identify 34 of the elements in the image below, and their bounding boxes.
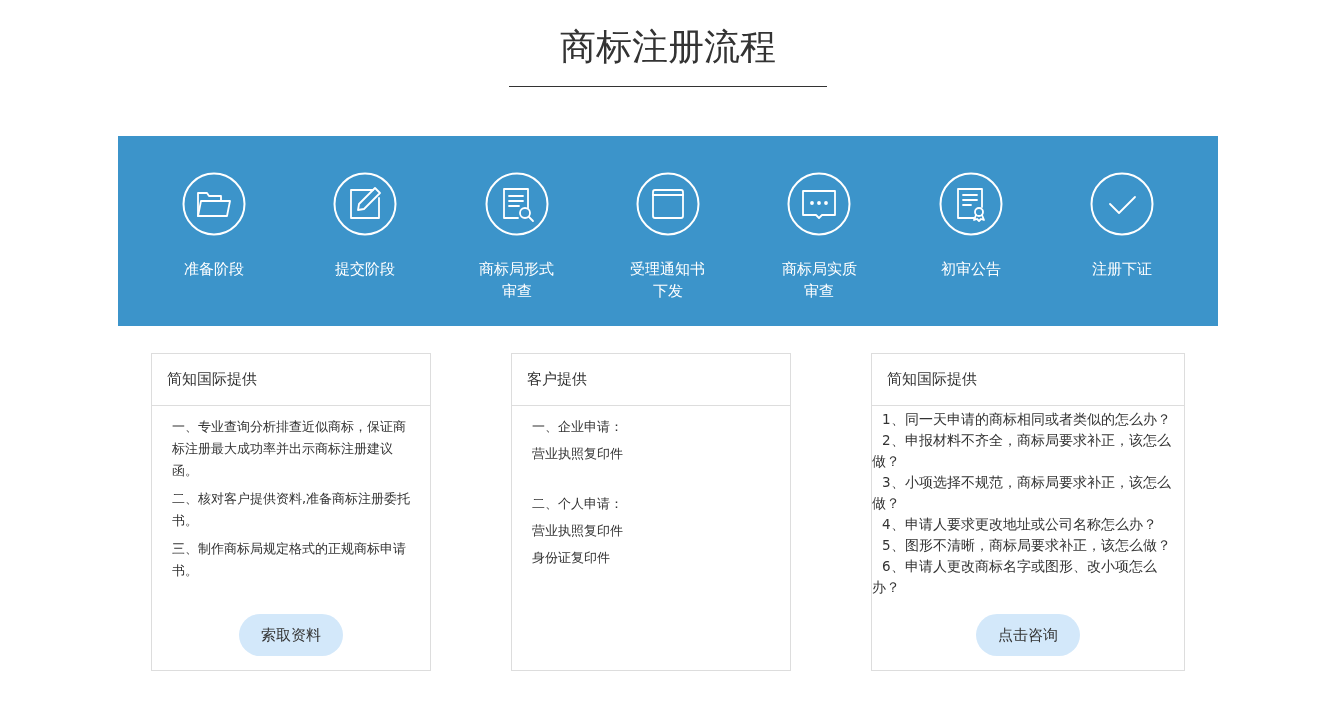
request-materials-button[interactable]: 索取资料 (239, 614, 343, 656)
step-label: 受理通知书 下发 (630, 259, 706, 302)
envelope-icon (635, 172, 700, 236)
group-heading: 二、个人申请： (532, 495, 624, 513)
consult-button[interactable]: 点击咨询 (976, 614, 1080, 656)
faq-link[interactable]: 5、图形不清晰，商标局要求补正，该怎么做？ (872, 535, 1180, 556)
chat-bubble-icon (787, 172, 852, 236)
step-label: 注册下证 (1092, 259, 1153, 280)
step-label: 商标局形式 审查 (479, 259, 555, 302)
step-label: 初审公告 (940, 259, 1001, 280)
card-paragraph: 三、制作商标局规定格式的正规商标申请书。 (172, 540, 407, 580)
card-title: 简知国际提供 (872, 354, 1184, 406)
pencil-icon (333, 172, 398, 236)
card-title: 客户提供 (512, 354, 790, 406)
folder-icon (181, 172, 246, 236)
document-item: 营业执照复印件 (532, 522, 624, 540)
checkmark-icon (1090, 172, 1155, 236)
card-paragraph: 一、专业查询分析排查近似商标，保证商标注册最大成功率并出示商标注册建议函。 (172, 418, 407, 480)
page-title: 商标注册流程 (560, 25, 776, 69)
step-label: 商标局实质 审查 (781, 259, 857, 302)
card-title: 简知国际提供 (152, 354, 430, 406)
card-paragraph: 二、核对客户提供资料,准备商标注册委托书。 (172, 490, 412, 530)
faq-link[interactable]: 4、申请人要求更改地址或公司名称怎么办？ (872, 514, 1180, 535)
step-label: 准备阶段 (183, 259, 244, 280)
certificate-icon (938, 172, 1003, 236)
document-item: 营业执照复印件 (532, 445, 624, 463)
document-item: 身份证复印件 (532, 549, 611, 567)
faq-link[interactable]: 1、同一天申请的商标相同或者类似的怎么办？ (872, 409, 1180, 430)
document-search-icon (484, 172, 549, 236)
faq-link[interactable]: 6、申请人更改商标名字或图形、改小项怎么办？ (872, 556, 1180, 598)
faq-link[interactable]: 2、申报材料不齐全，商标局要求补正，该怎么做？ (872, 430, 1180, 472)
faq-link[interactable]: 3、小项选择不规范，商标局要求补正，该怎么做？ (872, 472, 1180, 514)
group-heading: 一、企业申请： (532, 418, 624, 436)
step-label: 提交阶段 (335, 259, 396, 280)
